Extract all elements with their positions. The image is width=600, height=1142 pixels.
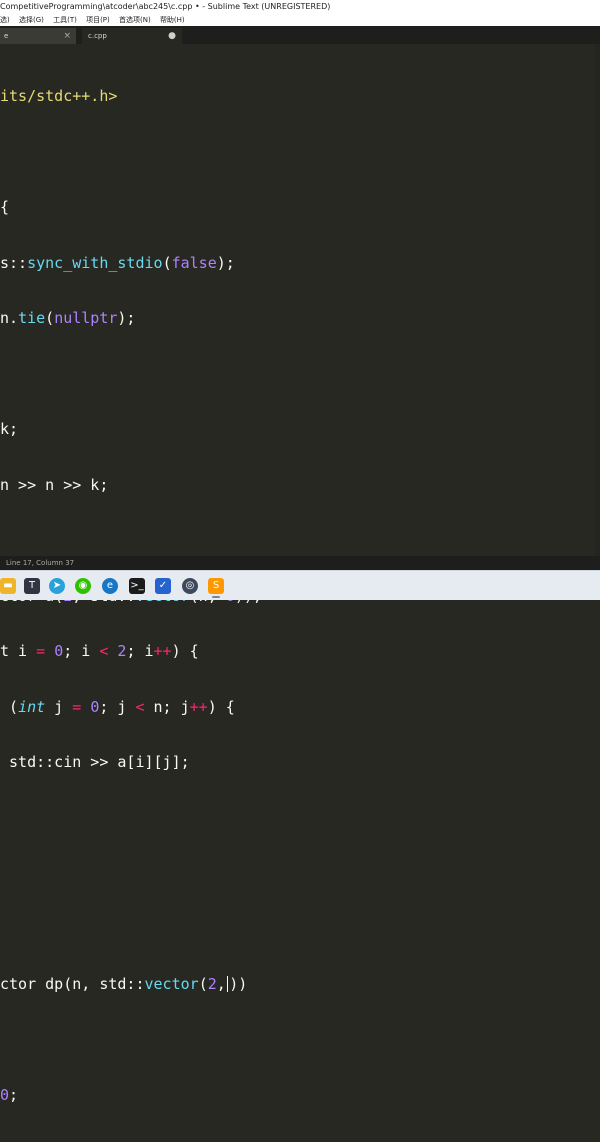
code-line: its/stdc++.h> xyxy=(0,87,118,105)
menu-item-selection-partial[interactable]: 选) xyxy=(0,16,10,24)
cursor-position: Line 17, Column 37 xyxy=(6,559,75,567)
window-titlebar: CompetitiveProgramming\atcoder\abc245\c.… xyxy=(0,0,600,14)
edge-icon[interactable]: e xyxy=(102,578,118,594)
telegram-icon[interactable]: ➤ xyxy=(49,578,65,594)
code-line: (int j = 0; j < n; j++) { xyxy=(0,697,235,716)
terminal-icon[interactable]: >_ xyxy=(129,578,145,594)
code-line: t i = 0; i < 2; i++) { xyxy=(0,642,199,660)
steam-icon[interactable]: ◎ xyxy=(182,578,198,594)
close-icon[interactable]: × xyxy=(63,28,71,44)
window-title: CompetitiveProgramming\atcoder\abc245\c.… xyxy=(0,2,331,11)
code-line: s::sync_with_stdio(false); xyxy=(0,253,235,272)
typora-icon[interactable]: T xyxy=(24,578,40,594)
code-line: std::cin >> a[i][j]; xyxy=(0,753,190,771)
tab-inactive[interactable]: e × xyxy=(0,28,76,44)
tab-c-cpp[interactable]: c.cpp ● xyxy=(82,28,182,44)
tab-label: c.cpp xyxy=(88,32,107,40)
taskbar: ▬ T ➤ ◉ e >_ ✓ ◎ S xyxy=(0,570,600,600)
wechat-icon[interactable]: ◉ xyxy=(75,578,91,594)
tab-bar: e × c.cpp ● xyxy=(0,26,600,44)
menu-item-preferences[interactable]: 首选项(N) xyxy=(119,16,151,24)
code-line: ctor dp(n, std::vector(2,)) xyxy=(0,975,248,993)
menu-item-goto[interactable]: 选择(G) xyxy=(19,16,44,24)
menu-item-tools[interactable]: 工具(T) xyxy=(53,16,77,24)
sublime-icon[interactable]: S xyxy=(208,578,224,594)
code-line: k; xyxy=(0,420,19,438)
code-line: { xyxy=(0,198,10,216)
active-app-indicator xyxy=(212,596,220,598)
menu-bar: 选) 选择(G) 工具(T) 项目(P) 首选项(N) 帮助(H) xyxy=(0,14,600,26)
menu-item-project[interactable]: 项目(P) xyxy=(86,16,110,24)
code-line: n >> n >> k; xyxy=(0,475,109,494)
tab-label: e xyxy=(4,32,9,40)
todo-icon[interactable]: ✓ xyxy=(155,578,171,594)
code-editor[interactable]: its/stdc++.h> { s::sync_with_stdio(false… xyxy=(0,44,600,1104)
text-cursor xyxy=(226,976,229,992)
code-line: 0; xyxy=(0,1086,19,1104)
status-bar: Line 17, Column 37 xyxy=(0,556,600,570)
code-line: n.tie(nullptr); xyxy=(0,309,136,327)
menu-item-help[interactable]: 帮助(H) xyxy=(160,16,185,24)
folder-icon[interactable]: ▬ xyxy=(0,578,16,594)
unsaved-dot-icon[interactable]: ● xyxy=(168,28,176,44)
minimap xyxy=(594,44,600,556)
